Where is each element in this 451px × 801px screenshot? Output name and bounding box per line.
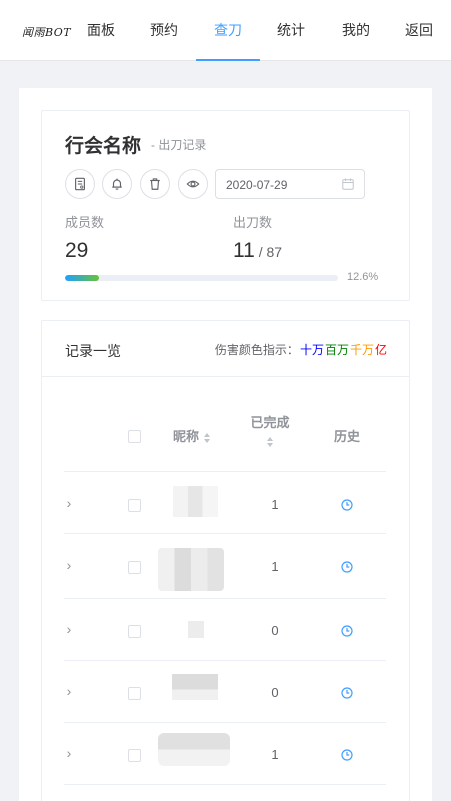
legend-item-100m: 亿 bbox=[374, 343, 387, 357]
row-checkbox[interactable] bbox=[128, 561, 141, 574]
column-nickname-label: 昵称 bbox=[172, 429, 199, 444]
expand-row-icon[interactable]: › bbox=[64, 683, 74, 699]
legend-item-100k: 十万 bbox=[299, 343, 324, 357]
clock-icon[interactable] bbox=[341, 499, 353, 511]
expand-row-icon[interactable]: › bbox=[64, 495, 74, 511]
trash-icon bbox=[150, 178, 160, 190]
clock-icon[interactable] bbox=[341, 561, 353, 573]
legend-prefix: 伤害颜色指示： bbox=[214, 343, 299, 357]
legend-item-1m: 百万 bbox=[324, 343, 349, 357]
expand-row-icon[interactable]: › bbox=[64, 745, 74, 761]
attacks-progress-bar bbox=[65, 275, 338, 281]
completed-count: 0 bbox=[271, 623, 279, 638]
delete-button[interactable] bbox=[140, 169, 170, 199]
attacks-value: 11 / 87 bbox=[233, 239, 282, 263]
column-header-completed[interactable]: 已完成 bbox=[242, 412, 298, 448]
completed-count: 1 bbox=[271, 559, 279, 574]
calendar-icon bbox=[342, 178, 354, 190]
clock-icon[interactable] bbox=[341, 687, 353, 699]
top-nav: 闻雨BOT 面板 预约 查刀 统计 我的 返回 bbox=[0, 0, 451, 61]
expand-row-icon[interactable]: › bbox=[64, 557, 74, 573]
nav-item-mine[interactable]: 我的 bbox=[342, 0, 370, 61]
column-header-nickname[interactable]: 昵称 bbox=[162, 426, 222, 445]
completed-count: 1 bbox=[271, 497, 279, 512]
column-completed-label: 已完成 bbox=[250, 415, 290, 430]
sort-icon[interactable] bbox=[203, 432, 211, 444]
nickname-obscured bbox=[158, 733, 230, 766]
row-checkbox[interactable] bbox=[128, 499, 141, 512]
eye-icon bbox=[186, 180, 200, 188]
nav-item-statistics[interactable]: 统计 bbox=[277, 0, 305, 61]
guild-subtitle: - 出刀记录 bbox=[151, 138, 207, 152]
row-checkbox[interactable] bbox=[128, 749, 141, 762]
expand-row-icon[interactable]: › bbox=[64, 621, 74, 637]
sort-icon[interactable] bbox=[266, 436, 274, 448]
nickname-obscured bbox=[173, 486, 218, 517]
date-picker[interactable]: 2020-07-29 bbox=[215, 169, 365, 199]
view-button[interactable] bbox=[178, 169, 208, 199]
report-icon bbox=[75, 177, 85, 191]
date-value: 2020-07-29 bbox=[226, 178, 288, 192]
row-checkbox[interactable] bbox=[128, 625, 141, 638]
records-header: 记录一览 伤害颜色指示：十万百万千万亿 bbox=[42, 321, 409, 377]
notify-button[interactable] bbox=[102, 169, 132, 199]
guild-summary-card: 行会名称 - 出刀记录 2020-07-29 成员数 出刀数 29 11 / 8… bbox=[41, 110, 410, 301]
table-row bbox=[64, 533, 386, 598]
report-button[interactable] bbox=[65, 169, 95, 199]
clock-icon[interactable] bbox=[341, 749, 353, 761]
nickname-obscured bbox=[188, 621, 204, 638]
nav-item-back[interactable]: 返回 bbox=[405, 0, 433, 61]
main-container: 行会名称 - 出刀记录 2020-07-29 成员数 出刀数 29 11 / 8… bbox=[19, 88, 432, 801]
attacks-done: 11 bbox=[233, 239, 255, 262]
select-all-checkbox[interactable] bbox=[128, 430, 141, 443]
nickname-obscured bbox=[158, 548, 224, 591]
app-logo[interactable]: 闻雨BOT bbox=[22, 24, 71, 40]
nav-item-check-attacks[interactable]: 查刀 bbox=[196, 0, 260, 61]
attacks-progress-text: 12.6% bbox=[347, 271, 379, 283]
nav-item-dashboard[interactable]: 面板 bbox=[87, 0, 115, 61]
guild-name: 行会名称 bbox=[65, 136, 142, 157]
records-title: 记录一览 bbox=[65, 343, 121, 359]
members-value: 29 bbox=[65, 239, 89, 262]
table-row bbox=[64, 598, 386, 660]
records-card: 记录一览 伤害颜色指示：十万百万千万亿 昵称 已完成 历史 › 1 › 1 › bbox=[41, 320, 410, 801]
column-header-history: 历史 bbox=[333, 429, 360, 444]
clock-icon[interactable] bbox=[341, 625, 353, 637]
bell-icon bbox=[112, 178, 122, 190]
table-row bbox=[64, 660, 386, 722]
legend-item-10m: 千万 bbox=[349, 343, 374, 357]
completed-count: 1 bbox=[271, 747, 279, 762]
table-row bbox=[64, 471, 386, 533]
nickname-obscured bbox=[172, 674, 218, 700]
attacks-total: / 87 bbox=[254, 244, 283, 260]
completed-count: 0 bbox=[271, 685, 279, 700]
attacks-progress-fill bbox=[65, 275, 100, 281]
table-row-divider bbox=[64, 784, 386, 786]
nav-item-reservation[interactable]: 预约 bbox=[150, 0, 178, 61]
row-checkbox[interactable] bbox=[128, 687, 141, 700]
damage-color-legend: 伤害颜色指示：十万百万千万亿 bbox=[214, 341, 387, 358]
members-label: 成员数 bbox=[65, 215, 105, 230]
attacks-label: 出刀数 bbox=[233, 215, 273, 230]
